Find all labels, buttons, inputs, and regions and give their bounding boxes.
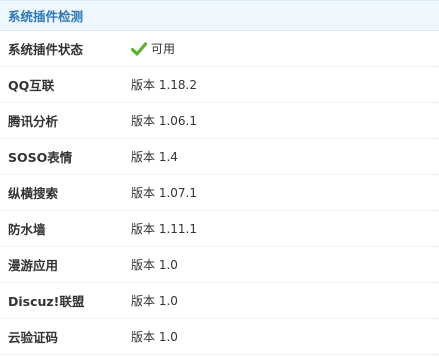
row-value: 版本 1.0 [131,294,178,308]
panel-header: 系统插件检测 [0,0,439,31]
row-label: 系统插件状态 [8,42,84,57]
row-value: 版本 1.0 [131,330,178,344]
row-value: 版本 1.11.1 [131,222,197,236]
row-label: Discuz!联盟 [8,294,85,309]
row-label: QQ互联 [8,78,55,93]
plugin-check-panel: 系统插件检测 系统插件状态 可用 QQ互联 版本 1.18.2 腾讯分析 版本 … [0,0,439,358]
plugin-row-qq-connect: QQ互联 版本 1.18.2 [0,67,439,103]
plugin-row-cloud-captcha: 云验证码 版本 1.0 [0,319,439,355]
row-value: 可用 [131,40,175,57]
row-label: SOSO表情 [8,150,73,165]
row-value: 版本 1.0 [131,258,178,272]
row-value: 版本 1.18.2 [131,78,197,92]
row-label: 云验证码 [8,330,59,345]
plugin-row-firewall: 防水墙 版本 1.11.1 [0,211,439,247]
plugin-row-search: 纵横搜索 版本 1.07.1 [0,175,439,211]
plugin-list: 系统插件状态 可用 QQ互联 版本 1.18.2 腾讯分析 版本 1.06.1 … [0,31,439,355]
panel-title: 系统插件检测 [8,9,84,24]
check-icon [131,41,147,56]
plugin-row-tencent-analytics: 腾讯分析 版本 1.06.1 [0,103,439,139]
row-label: 腾讯分析 [8,114,59,129]
plugin-row-status: 系统插件状态 可用 [0,31,439,67]
plugin-row-roaming-apps: 漫游应用 版本 1.0 [0,247,439,283]
row-label: 漫游应用 [8,258,59,273]
row-value: 版本 1.07.1 [131,186,197,200]
row-value: 版本 1.4 [131,150,178,164]
row-label: 防水墙 [8,222,46,237]
plugin-row-discuz-union: Discuz!联盟 版本 1.0 [0,283,439,319]
plugin-row-soso-emoticons: SOSO表情 版本 1.4 [0,139,439,175]
row-value: 版本 1.06.1 [131,114,197,128]
row-label: 纵横搜索 [8,186,59,201]
status-text: 可用 [151,42,176,56]
